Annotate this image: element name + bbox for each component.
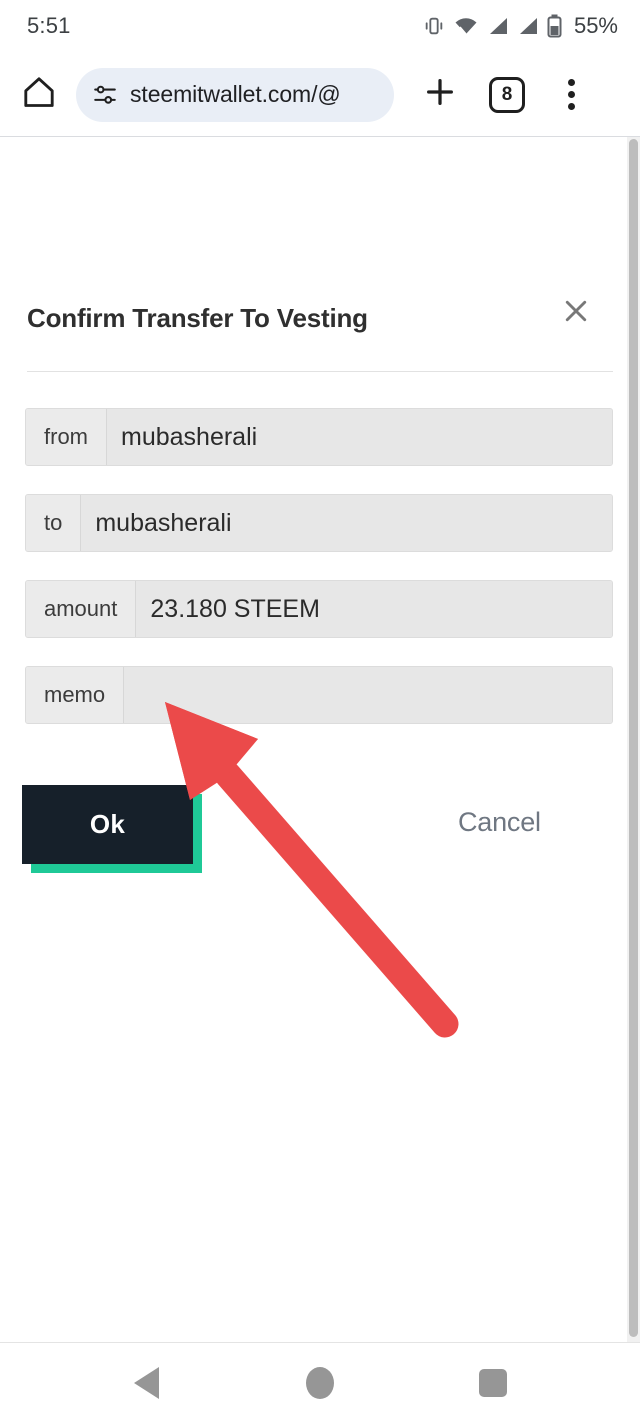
home-icon xyxy=(21,74,57,115)
field-row-memo: memo xyxy=(25,666,613,724)
phone-screen: 5:51 55% steemitwallet.com/@ 8 Confirm T… xyxy=(0,0,640,1422)
web-page-content: Confirm Transfer To Vesting from mubashe… xyxy=(0,137,627,1342)
field-value-from: mubasherali xyxy=(107,409,612,465)
status-bar: 5:51 55% xyxy=(0,0,640,52)
recents-square-icon xyxy=(479,1368,508,1397)
field-value-to: mubasherali xyxy=(81,495,612,551)
battery-percent-label: 55% xyxy=(573,13,618,38)
android-nav-bar xyxy=(0,1343,640,1422)
nav-recents-button[interactable] xyxy=(458,1348,528,1418)
close-icon xyxy=(561,296,591,331)
home-button[interactable] xyxy=(8,74,70,115)
field-row-amount: amount 23.180 STEEM xyxy=(25,580,613,638)
cancel-button[interactable]: Cancel xyxy=(458,807,541,838)
battery-icon xyxy=(547,14,562,38)
page-title: Confirm Transfer To Vesting xyxy=(27,303,368,333)
wifi-icon xyxy=(454,16,478,36)
field-label-amount: amount xyxy=(26,581,137,637)
url-bar[interactable]: steemitwallet.com/@ xyxy=(76,67,394,122)
close-button[interactable] xyxy=(558,295,594,331)
ok-button[interactable]: Ok xyxy=(22,785,193,864)
nav-home-button[interactable] xyxy=(285,1348,355,1418)
field-label-memo: memo xyxy=(26,667,125,723)
home-circle-icon xyxy=(305,1366,334,1399)
field-value-memo xyxy=(124,667,612,723)
field-label-to: to xyxy=(26,495,82,551)
status-clock: 5:51 xyxy=(27,13,71,38)
ok-button-wrapper: Ok xyxy=(22,785,202,873)
field-label-from: from xyxy=(26,409,107,465)
title-divider xyxy=(27,371,613,372)
tab-switcher-button[interactable]: 8 xyxy=(474,76,540,113)
more-vertical-icon xyxy=(567,79,575,110)
nav-back-button[interactable] xyxy=(112,1348,182,1418)
status-icon-group: 55% xyxy=(423,13,618,39)
field-value-amount: 23.180 STEEM xyxy=(136,581,612,637)
browser-menu-button[interactable] xyxy=(540,79,602,110)
browser-toolbar: steemitwallet.com/@ 8 xyxy=(0,52,640,137)
url-text[interactable]: steemitwallet.com/@ xyxy=(130,81,341,108)
signal-icon xyxy=(487,16,508,36)
new-tab-button[interactable] xyxy=(406,75,474,114)
signal-icon xyxy=(517,16,538,36)
page-scrollbar-thumb[interactable] xyxy=(629,139,638,1337)
back-triangle-icon xyxy=(134,1366,160,1399)
field-row-to: to mubasherali xyxy=(25,494,613,552)
field-row-from: from mubasherali xyxy=(25,408,613,466)
tab-count-badge: 8 xyxy=(489,76,525,113)
vibrate-icon xyxy=(423,15,445,37)
tune-icon[interactable] xyxy=(92,82,118,108)
plus-icon xyxy=(423,75,457,114)
